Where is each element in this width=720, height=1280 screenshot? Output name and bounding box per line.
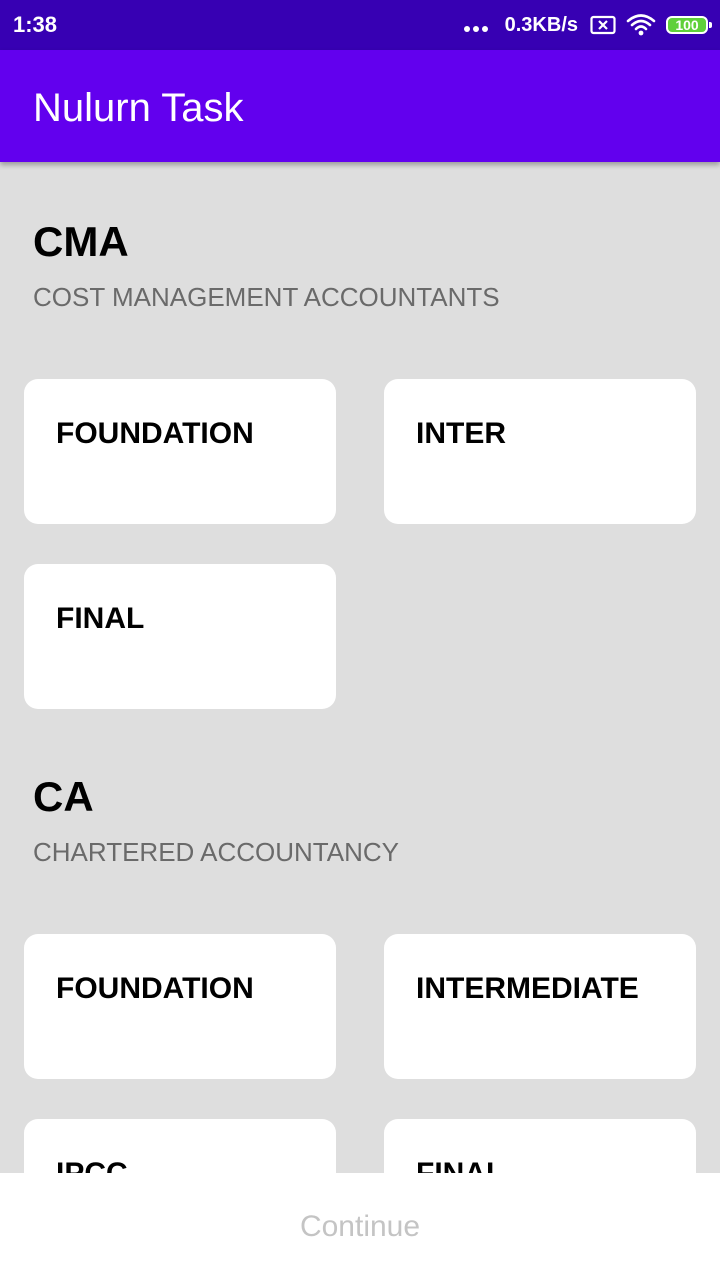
card-label: INTER — [416, 417, 506, 450]
section-title-cma: CMA — [33, 218, 129, 265]
sim-error-icon — [590, 15, 616, 35]
app-bar: Nulurn Task — [0, 50, 720, 162]
card-ca-final[interactable]: FINAL — [384, 1119, 696, 1173]
section-subtitle-cma: COST MANAGEMENT ACCOUNTANTS — [33, 282, 500, 312]
card-cma-final[interactable]: FINAL — [24, 564, 336, 709]
status-time: 1:38 — [13, 12, 58, 37]
card-label: FINAL — [416, 1157, 504, 1173]
card-ca-foundation[interactable]: FOUNDATION — [24, 934, 336, 1079]
section-subtitle-ca: CHARTERED ACCOUNTANCY — [33, 837, 399, 867]
card-cma-foundation[interactable]: FOUNDATION — [24, 379, 336, 524]
course-list[interactable]: CMA COST MANAGEMENT ACCOUNTANTS FOUNDATI… — [0, 162, 720, 1173]
status-bar: 1:38 0.3KB/s 100 — [0, 0, 720, 50]
card-label: FINAL — [56, 602, 145, 635]
app-title: Nulurn Task — [33, 86, 244, 130]
battery-level: 100 — [675, 17, 699, 33]
continue-button[interactable]: Continue — [0, 1173, 720, 1280]
bottom-bar: Continue — [0, 1173, 720, 1280]
section-title-ca: CA — [33, 773, 94, 820]
card-label: FOUNDATION — [56, 417, 254, 450]
status-indicators: 0.3KB/s 100 — [463, 10, 712, 40]
card-label: IPCC — [56, 1157, 128, 1173]
more-dots-icon — [463, 18, 491, 32]
card-cma-inter[interactable]: INTER — [384, 379, 696, 524]
card-ca-intermediate[interactable]: INTERMEDIATE — [384, 934, 696, 1079]
card-label: FOUNDATION — [56, 972, 254, 1005]
network-speed: 0.3KB/s — [504, 13, 578, 36]
battery-icon: 100 — [666, 16, 712, 34]
card-ca-ipcc[interactable]: IPCC — [24, 1119, 336, 1173]
wifi-icon — [626, 13, 656, 37]
card-label: INTERMEDIATE — [416, 972, 639, 1005]
